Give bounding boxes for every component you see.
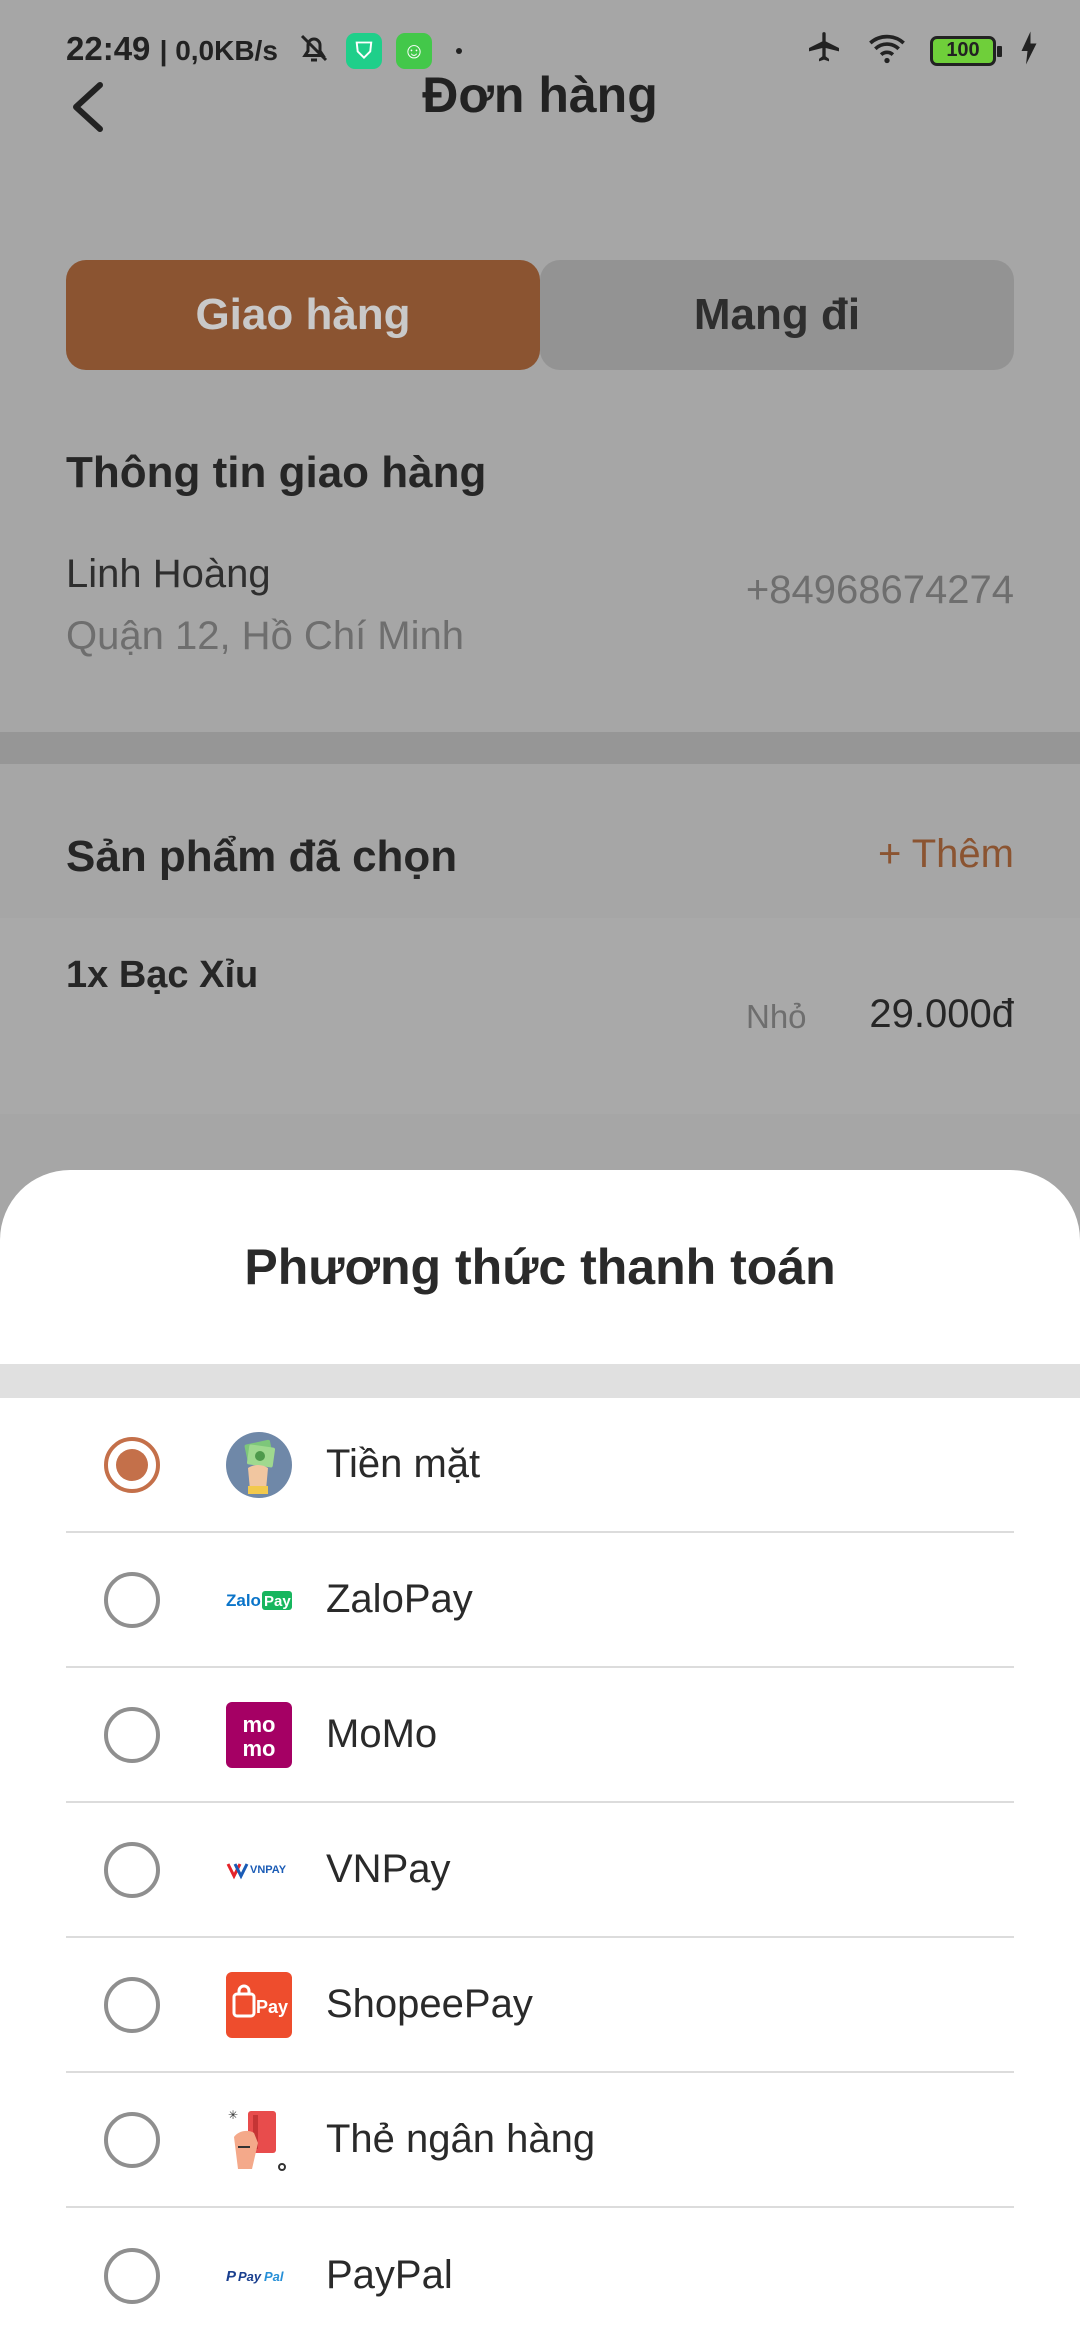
shipping-section-title: Thông tin giao hàng [66,448,487,497]
radio-button-selected[interactable] [104,1436,160,1493]
tab-takeaway[interactable]: Mang đi [540,260,1014,370]
radio-button[interactable] [104,1841,160,1898]
payment-option-vnpay[interactable]: VNPAY VNPay [66,1803,1014,1938]
svg-text:Pal: Pal [264,2269,284,2284]
page-title: Đơn hàng [422,67,658,123]
svg-text:Pay: Pay [238,2269,262,2284]
payment-option-shopeepay[interactable]: Pay ShopeePay [66,1938,1014,2073]
products-section-title: Sản phẩm đã chọn [66,832,458,881]
svg-text:mo: mo [243,1712,276,1737]
tab-delivery[interactable]: Giao hàng [66,260,540,370]
sheet-divider [0,1364,1080,1398]
add-product-link[interactable]: + Thêm [878,832,1014,877]
payment-label: ShopeePay [326,1982,533,2026]
recipient-name[interactable]: Linh Hoàng [66,552,271,597]
payment-method-list: Tiền mặt Zalo Pay ZaloPay mo mo MoMo VNP… [66,1398,1014,2340]
payment-option-zalopay[interactable]: Zalo Pay ZaloPay [66,1533,1014,1668]
recipient-phone[interactable]: +84968674274 [746,568,1014,613]
payment-label: PayPal [326,2253,453,2297]
zalopay-logo-icon: Zalo Pay [226,1567,292,1633]
app-bar: Đơn hàng [0,60,1080,170]
product-name: 1x Bạc Xỉu [66,954,259,996]
svg-text:P: P [226,2268,237,2285]
radio-button[interactable] [104,1976,160,2033]
payment-option-paypal[interactable]: P Pay Pal PayPal [66,2208,1014,2340]
product-price: 29.000đ [869,992,1014,1036]
payment-label: Tiền mặt [326,1442,481,1486]
payment-option-cash[interactable]: Tiền mặt [66,1398,1014,1533]
payment-method-sheet: Phương thức thanh toán Tiền mặt Zalo Pay… [0,1170,1080,2340]
payment-label: Thẻ ngân hàng [326,2117,596,2161]
payment-label: ZaloPay [326,1577,473,1621]
payment-label: VNPay [326,1847,451,1891]
svg-text:Pay: Pay [264,1593,291,1610]
product-size: Nhỏ [746,998,807,1035]
payment-option-bank-card[interactable]: ✳ Thẻ ngân hàng [66,2073,1014,2208]
cash-icon [226,1431,292,1498]
svg-text:Pay: Pay [256,1997,288,2017]
radio-button[interactable] [104,1571,160,1628]
sheet-title: Phương thức thanh toán [244,1239,836,1295]
radio-button[interactable] [104,2111,160,2168]
momo-logo-icon: mo mo [226,1701,292,1768]
shopeepay-logo-icon: Pay [226,1971,292,2038]
vnpay-logo-icon: VNPAY [226,1837,292,1903]
svg-text:✳: ✳ [228,2108,238,2122]
order-type-tabs: Giao hàng Mang đi [66,260,1014,370]
bank-card-icon: ✳ [226,2107,292,2173]
payment-option-momo[interactable]: mo mo MoMo [66,1668,1014,1803]
svg-text:VNPAY: VNPAY [250,1864,287,1876]
paypal-logo-icon: P Pay Pal [226,2243,292,2309]
recipient-address[interactable]: Quận 12, Hồ Chí Minh [66,614,464,659]
radio-button[interactable] [104,2247,160,2304]
section-divider [0,732,1080,764]
svg-text:Zalo: Zalo [226,1591,261,1610]
dot-icon [456,47,462,54]
payment-label: MoMo [326,1712,438,1756]
radio-button[interactable] [104,1706,160,1763]
svg-text:mo: mo [243,1736,276,1761]
